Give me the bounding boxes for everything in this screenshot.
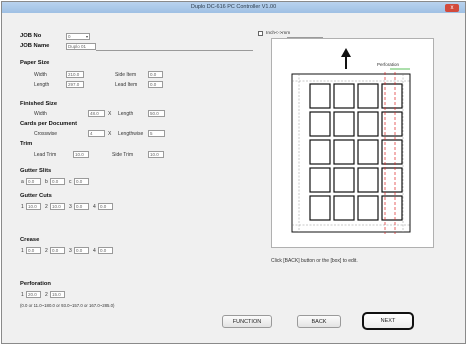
paper-size-heading: Paper Size [20,60,50,66]
back-button[interactable]: BACK [297,315,341,328]
gutter-cut-input-1[interactable]: 10.0 [26,203,41,210]
side-trim-input[interactable]: 10.0 [148,151,164,158]
close-button[interactable]: x [445,4,459,12]
function-button[interactable]: FUNCTION [222,315,272,328]
gutter-cuts-heading: Gutter Cuts [20,193,52,199]
lengthwise-label: Lengthwise [118,131,144,137]
layout-preview-panel[interactable]: Perforation [271,38,434,248]
paper-length-input[interactable]: 297.0 [66,81,84,88]
perforation-label-2: 2 [45,292,48,298]
perforation-diagram-label: Perforation [377,62,400,67]
job-no-value: 0 [68,34,71,39]
lengthwise-input[interactable]: 5 [148,130,165,137]
paper-length-label: Length [34,82,50,88]
perforation-range-note: (0.0 or 11.0~180.0 or 93.0~157.0 or 167.… [20,303,115,308]
crease-input-1[interactable]: 0.0 [26,247,41,254]
perforation-input-1[interactable]: 20.0 [26,291,41,298]
trim-heading: Trim [20,141,33,147]
crosswise-label: Crosswise [34,131,58,137]
gutter-slit-input-b[interactable]: 0.0 [50,178,65,185]
gutter-cut-input-4[interactable]: 0.0 [98,203,113,210]
lead-trim-input[interactable]: 10.0 [73,151,89,158]
paper-width-input[interactable]: 210.0 [66,71,84,78]
finished-size-heading: Finished Size [20,101,58,107]
arrow-up-icon [341,48,351,69]
layout-preview-diagram: Perforation [291,48,411,234]
crease-input-2[interactable]: 0.0 [50,247,65,254]
gutter-slit-label-c: c [69,179,72,185]
lead-item-label: Lead Item [115,82,138,88]
chevron-down-icon: ▾ [85,34,88,39]
next-button[interactable]: NEXT [362,312,414,330]
cards-heading: Cards per Document [20,121,78,127]
perforation-heading: Perforation [20,281,51,287]
finished-width-input[interactable]: 48.0 [88,110,105,117]
gutter-cut-input-2[interactable]: 10.0 [50,203,65,210]
finished-length-label: Length [118,111,134,117]
job-name-label: JOB Name [20,43,50,49]
preview-hint: Click [BACK] button or the [box] to edit… [271,258,358,264]
gutter-slit-input-c[interactable]: 0.0 [74,178,89,185]
gutter-slit-input-a[interactable]: 0.0 [26,178,41,185]
gutter-cut-label-1: 1 [21,204,24,210]
gutter-slits-heading: Gutter Slits [20,168,52,174]
lead-item-input[interactable]: 0.0 [148,81,163,88]
job-no-label: JOB No [20,33,42,39]
crease-input-4[interactable]: 0.0 [98,247,113,254]
lead-trim-label: Lead Trim [34,152,57,158]
finished-width-label: Width [34,111,47,117]
crease-label-3: 3 [69,248,72,254]
crease-input-3[interactable]: 0.0 [74,247,89,254]
perforation-input-2[interactable]: 15.0 [50,291,65,298]
crease-label-1: 1 [21,248,24,254]
finished-length-input[interactable]: 50.0 [148,110,165,117]
finished-x-label: X [108,111,112,117]
gutter-cut-input-3[interactable]: 0.0 [74,203,89,210]
gutter-cut-label-4: 4 [93,204,96,210]
side-item-label: Side Item [115,72,137,78]
gutter-slit-label-a: a [21,179,24,185]
inch-mm-checkbox[interactable] [258,31,263,36]
job-no-combo[interactable]: 0 ▾ [66,33,90,40]
perforation-label-1: 1 [21,292,24,298]
crease-heading: Crease [20,237,40,243]
gutter-cut-label-2: 2 [45,204,48,210]
cards-x-label: X [108,131,112,137]
crosswise-input[interactable]: 4 [88,130,105,137]
side-item-input[interactable]: 0.0 [148,71,163,78]
gutter-cut-label-3: 3 [69,204,72,210]
paper-width-label: Width [34,72,47,78]
title-bar: Duplo DC-616 PC Controller V1.00 x [2,2,465,13]
gutter-slit-label-b: b [45,179,48,185]
crease-label-4: 4 [93,248,96,254]
crease-label-2: 2 [45,248,48,254]
job-name-input[interactable]: Duplo 01 [66,43,96,50]
window-title: Duplo DC-616 PC Controller V1.00 [190,4,277,10]
side-trim-label: Side Trim [112,152,134,158]
job-name-underline [96,50,253,51]
